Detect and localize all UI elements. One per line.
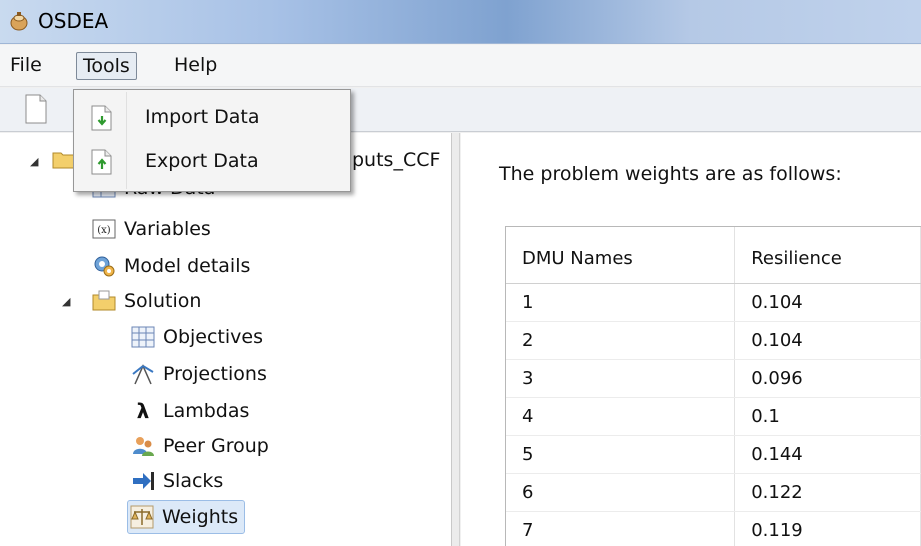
menu-item-label: Export Data bbox=[145, 150, 259, 172]
menu-help[interactable]: Help bbox=[168, 52, 223, 80]
window-title: OSDEA bbox=[38, 9, 109, 33]
tree-expander-root[interactable]: ◢ bbox=[30, 156, 40, 167]
table-row[interactable]: 7 0.119 bbox=[506, 511, 921, 546]
tree-item-objectives[interactable]: Objectives bbox=[131, 320, 263, 354]
column-header-dmu-names[interactable]: DMU Names bbox=[506, 227, 736, 284]
menu-bar: File Tools Help bbox=[0, 45, 921, 87]
project-tree: ◢ puts_CCF Raw Data (x) Variables bbox=[0, 133, 452, 546]
weights-icon bbox=[130, 505, 154, 529]
cell-resilience: 0.096 bbox=[734, 359, 921, 398]
tree-root-label: puts_CCF bbox=[352, 149, 441, 171]
lambda-icon: λ bbox=[136, 399, 150, 423]
cell-dmu-name: 1 bbox=[506, 283, 736, 322]
menu-file[interactable]: File bbox=[4, 52, 48, 80]
table-row[interactable]: 3 0.096 bbox=[506, 359, 921, 398]
title-bar: OSDEA bbox=[0, 0, 921, 44]
tree-item-label: Solution bbox=[124, 290, 202, 312]
table-row[interactable]: 4 0.1 bbox=[506, 397, 921, 436]
slacks-icon bbox=[133, 472, 154, 490]
svg-text:(x): (x) bbox=[97, 225, 111, 236]
table-row[interactable]: 6 0.122 bbox=[506, 473, 921, 512]
menu-item-import-data[interactable]: Import Data bbox=[76, 96, 348, 140]
cell-resilience: 0.144 bbox=[734, 435, 921, 474]
column-header-resilience[interactable]: Resilience bbox=[734, 227, 921, 284]
tree-item-label: Weights bbox=[162, 506, 239, 528]
cell-dmu-name: 2 bbox=[506, 321, 736, 360]
weights-view: The problem weights are as follows: DMU … bbox=[461, 133, 921, 546]
model-details-icon bbox=[94, 256, 115, 277]
cell-dmu-name: 4 bbox=[506, 397, 736, 436]
tree-expander-solution[interactable]: ◢ bbox=[62, 296, 72, 307]
tree-item-slacks[interactable]: Slacks bbox=[131, 464, 223, 498]
tree-item-weights[interactable]: Weights bbox=[127, 500, 246, 534]
table-row[interactable]: 2 0.104 bbox=[506, 321, 921, 360]
objectives-icon bbox=[131, 326, 155, 348]
menu-tools[interactable]: Tools bbox=[76, 52, 137, 80]
folder-icon bbox=[92, 290, 116, 311]
cell-resilience: 0.122 bbox=[734, 473, 921, 512]
cell-dmu-name: 7 bbox=[506, 511, 736, 546]
table-row[interactable]: 1 0.104 bbox=[506, 283, 921, 322]
tree-item-label: Lambdas bbox=[163, 400, 250, 422]
tree-item-label: Variables bbox=[124, 218, 211, 240]
tree-item-label: Projections bbox=[163, 363, 267, 385]
tree-item-label: Objectives bbox=[163, 326, 263, 348]
export-data-icon bbox=[91, 149, 112, 175]
table-row[interactable]: 5 0.144 bbox=[506, 435, 921, 474]
tree-item-model-details[interactable]: Model details bbox=[92, 249, 250, 283]
weights-table: DMU Names Resilience 1 0.104 2 0.104 3 0… bbox=[505, 226, 921, 546]
app-window: OSDEA File Tools Help ◢ puts_CCF Raw Dat… bbox=[0, 0, 921, 546]
new-document-icon[interactable] bbox=[24, 94, 48, 124]
peer-group-icon bbox=[133, 437, 154, 456]
tree-item-variables[interactable]: (x) Variables bbox=[92, 212, 211, 246]
app-icon bbox=[10, 12, 28, 31]
cell-resilience: 0.1 bbox=[734, 397, 921, 436]
cell-resilience: 0.119 bbox=[734, 511, 921, 546]
cell-dmu-name: 3 bbox=[506, 359, 736, 398]
weights-caption: The problem weights are as follows: bbox=[499, 163, 842, 185]
menu-item-export-data[interactable]: Export Data bbox=[76, 140, 348, 184]
table-header-row: DMU Names Resilience bbox=[506, 227, 921, 284]
panel-splitter[interactable] bbox=[452, 133, 460, 546]
variables-icon: (x) bbox=[92, 219, 116, 239]
tree-item-label: Slacks bbox=[163, 470, 224, 492]
cell-dmu-name: 5 bbox=[506, 435, 736, 474]
tools-dropdown-menu: Import Data Export Data bbox=[73, 89, 351, 192]
cell-resilience: 0.104 bbox=[734, 283, 921, 322]
tree-item-projections[interactable]: Projections bbox=[131, 357, 267, 391]
tree-item-label: Peer Group bbox=[163, 435, 269, 457]
tree-item-lambdas[interactable]: λ Lambdas bbox=[131, 394, 250, 428]
menu-item-label: Import Data bbox=[145, 106, 260, 128]
cell-dmu-name: 6 bbox=[506, 473, 736, 512]
tree-item-label: Model details bbox=[124, 255, 251, 277]
cell-resilience: 0.104 bbox=[734, 321, 921, 360]
tree-item-solution[interactable]: Solution bbox=[92, 284, 201, 318]
projections-icon bbox=[132, 364, 154, 385]
tree-item-peer-group[interactable]: Peer Group bbox=[131, 429, 269, 463]
import-data-icon bbox=[91, 105, 112, 131]
